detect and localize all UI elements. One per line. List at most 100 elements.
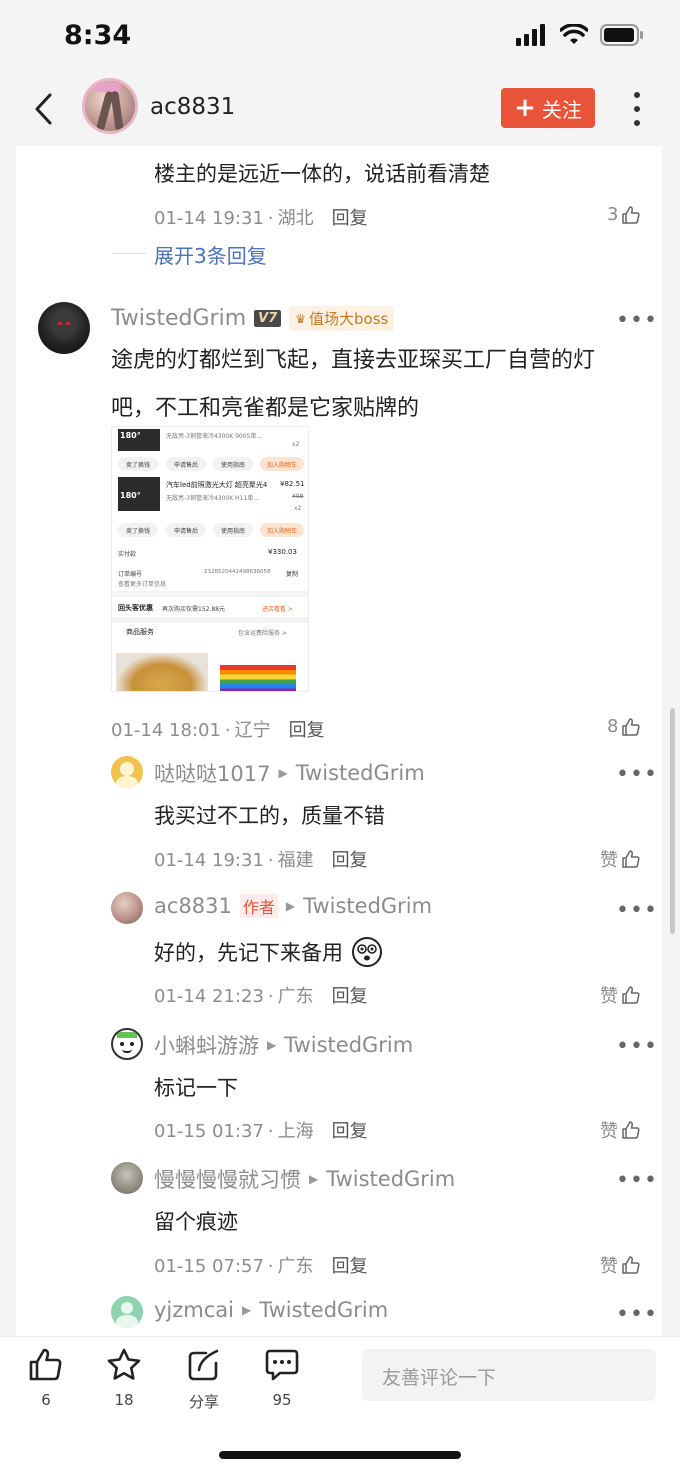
share-button[interactable]: 分享 bbox=[174, 1347, 234, 1412]
reply-username[interactable]: ac8831 bbox=[154, 894, 232, 918]
more-options-icon[interactable]: ••• bbox=[616, 1170, 658, 1192]
reply-username[interactable]: 慢慢慢慢就习惯 bbox=[154, 1164, 301, 1194]
service-right[interactable]: 包含运费险服务 > bbox=[238, 628, 287, 637]
reply-date: 01-15 07:57 bbox=[154, 1256, 264, 1277]
like-button[interactable]: 3 bbox=[607, 204, 641, 225]
more-options-icon[interactable]: ••• bbox=[616, 310, 658, 332]
thumb-badge: 180° bbox=[120, 431, 141, 440]
reply-to-username[interactable]: TwistedGrim bbox=[284, 1033, 413, 1057]
reply-location: 上海 bbox=[277, 1121, 314, 1142]
avatar[interactable] bbox=[111, 1028, 143, 1060]
order-number: 2328520442498636058 bbox=[204, 569, 271, 575]
reply-button[interactable]: 回复 bbox=[332, 986, 368, 1007]
item-qty: x2 bbox=[292, 441, 300, 448]
reply-button[interactable]: 回复 bbox=[332, 850, 368, 871]
add-cart-button[interactable]: 加入购物车 bbox=[260, 523, 304, 537]
thumbs-up-icon bbox=[622, 986, 640, 1004]
scrollbar[interactable] bbox=[670, 708, 675, 934]
follow-button[interactable]: + 关注 bbox=[501, 88, 595, 128]
order-label: 订单编号 bbox=[118, 571, 143, 578]
author-avatar[interactable] bbox=[82, 78, 138, 134]
avatar[interactable] bbox=[111, 1162, 143, 1194]
avatar[interactable] bbox=[111, 1296, 143, 1328]
author-username[interactable]: ac8831 bbox=[150, 94, 235, 120]
sell-button[interactable]: 卖了换钱 bbox=[118, 523, 158, 537]
reply-text: 标记一下 bbox=[154, 1076, 238, 1100]
like-count: 8 bbox=[607, 716, 619, 737]
thumbs-up-icon bbox=[622, 717, 640, 736]
crown-icon: ♛ bbox=[295, 311, 307, 326]
more-info-link[interactable]: 查看更多订单信息 bbox=[118, 579, 166, 588]
guide-button[interactable]: 使用指南 bbox=[213, 457, 253, 471]
reply-meta: 01-15 01:37 · 上海 回复 bbox=[154, 1121, 368, 1142]
comment-input[interactable]: 友善评论一下 bbox=[362, 1349, 656, 1401]
more-options-icon[interactable]: ••• bbox=[616, 900, 658, 922]
item-desc: 无敌亮-3铜管液冷4300K 9005单... bbox=[166, 433, 263, 440]
add-cart-button[interactable]: 加入购物车 bbox=[260, 457, 304, 471]
title-badge-label: 值场大boss bbox=[309, 310, 389, 328]
reply-button[interactable]: 回复 bbox=[332, 1121, 368, 1142]
reply-location: 广东 bbox=[277, 986, 314, 1007]
follow-label: 关注 bbox=[541, 97, 582, 122]
like-label: 赞 bbox=[600, 1121, 618, 1142]
back-arrow-icon[interactable] bbox=[30, 92, 60, 126]
like-button[interactable]: 赞 bbox=[600, 982, 641, 1008]
expand-replies-link[interactable]: 展开3条回复 bbox=[154, 240, 267, 269]
comment-button[interactable]: 95 bbox=[252, 1347, 312, 1409]
comment-meta: 01-14 18:01 · 辽宁 回复 bbox=[111, 720, 325, 741]
guide-label: 使用指南 bbox=[220, 527, 245, 535]
comment-image[interactable]: 180° 无敌亮-3铜管液冷4300K 9005单... x2 卖了换钱 申请售… bbox=[111, 426, 309, 692]
reply-date: 01-15 01:37 bbox=[154, 1121, 264, 1142]
item-desc: 无敌亮-3铜管液冷4300K H11单... bbox=[166, 495, 259, 502]
reply-to-username[interactable]: TwistedGrim bbox=[259, 1298, 388, 1322]
reply-button[interactable]: 回复 bbox=[332, 1256, 368, 1277]
favorite-button[interactable]: 18 bbox=[94, 1347, 154, 1409]
guide-button[interactable]: 使用指南 bbox=[213, 523, 253, 537]
sell-label: 卖了换钱 bbox=[125, 461, 150, 469]
reply-button[interactable]: 回复 bbox=[332, 208, 368, 229]
like-post-button[interactable]: 6 bbox=[16, 1347, 76, 1409]
reply-username[interactable]: 哒哒哒1017 bbox=[154, 758, 270, 788]
reply-meta: 01-15 07:57 · 广东 回复 bbox=[154, 1256, 368, 1277]
avatar[interactable] bbox=[111, 892, 143, 924]
more-options-icon[interactable]: ••• bbox=[616, 1036, 658, 1058]
home-indicator[interactable] bbox=[219, 1451, 461, 1459]
after-sale-button[interactable]: 申请售后 bbox=[166, 523, 206, 537]
reply-to-username[interactable]: TwistedGrim bbox=[303, 894, 432, 918]
reply-username[interactable]: 小蝌蚪游游 bbox=[154, 1030, 259, 1060]
reply-username[interactable]: yjzmcai bbox=[154, 1298, 234, 1322]
more-vertical-icon[interactable] bbox=[630, 92, 644, 126]
sell-button[interactable]: 卖了换钱 bbox=[118, 457, 158, 471]
reply-meta: 01-14 19:31 · 湖北 回复 bbox=[154, 208, 368, 229]
reply-button[interactable]: 回复 bbox=[289, 720, 325, 741]
reply-to-arrow-icon: ▶ bbox=[285, 899, 296, 913]
promo-link[interactable]: 进店看看 > bbox=[262, 604, 293, 613]
comment-username[interactable]: TwistedGrim bbox=[111, 306, 246, 331]
item-price: ¥82.51 bbox=[280, 480, 305, 488]
author-badge: 作者 bbox=[239, 894, 278, 918]
promo-title: 回头客优惠 bbox=[118, 604, 153, 612]
like-button[interactable]: 8 bbox=[607, 716, 641, 737]
reply-date: 01-14 19:31 bbox=[154, 850, 264, 871]
avatar[interactable] bbox=[111, 756, 143, 788]
status-bar: 8:34 bbox=[0, 0, 680, 70]
reply-to-username[interactable]: TwistedGrim bbox=[296, 761, 425, 785]
more-options-icon[interactable]: ••• bbox=[616, 764, 658, 786]
reply-to-username[interactable]: TwistedGrim bbox=[326, 1167, 455, 1191]
like-button[interactable]: 赞 bbox=[600, 1252, 641, 1278]
reply-text: 留个痕迹 bbox=[154, 1210, 238, 1234]
copy-button[interactable]: 复制 bbox=[286, 569, 298, 578]
more-options-icon[interactable]: ••• bbox=[616, 1304, 658, 1326]
status-time: 8:34 bbox=[64, 20, 132, 51]
like-button[interactable]: 赞 bbox=[600, 1117, 641, 1143]
like-label: 赞 bbox=[600, 986, 618, 1007]
after-sale-button[interactable]: 申请售后 bbox=[166, 457, 206, 471]
item-qty: x2 bbox=[294, 505, 302, 512]
avatar[interactable] bbox=[38, 302, 90, 354]
reply-author-row: 小蝌蚪游游 ▶ TwistedGrim bbox=[154, 1030, 413, 1060]
favorite-count: 18 bbox=[114, 1391, 134, 1409]
like-button[interactable]: 赞 bbox=[600, 846, 641, 872]
reply-location: 湖北 bbox=[277, 208, 314, 229]
after-sale-label: 申请售后 bbox=[173, 527, 198, 535]
reply-location: 广东 bbox=[277, 1256, 314, 1277]
